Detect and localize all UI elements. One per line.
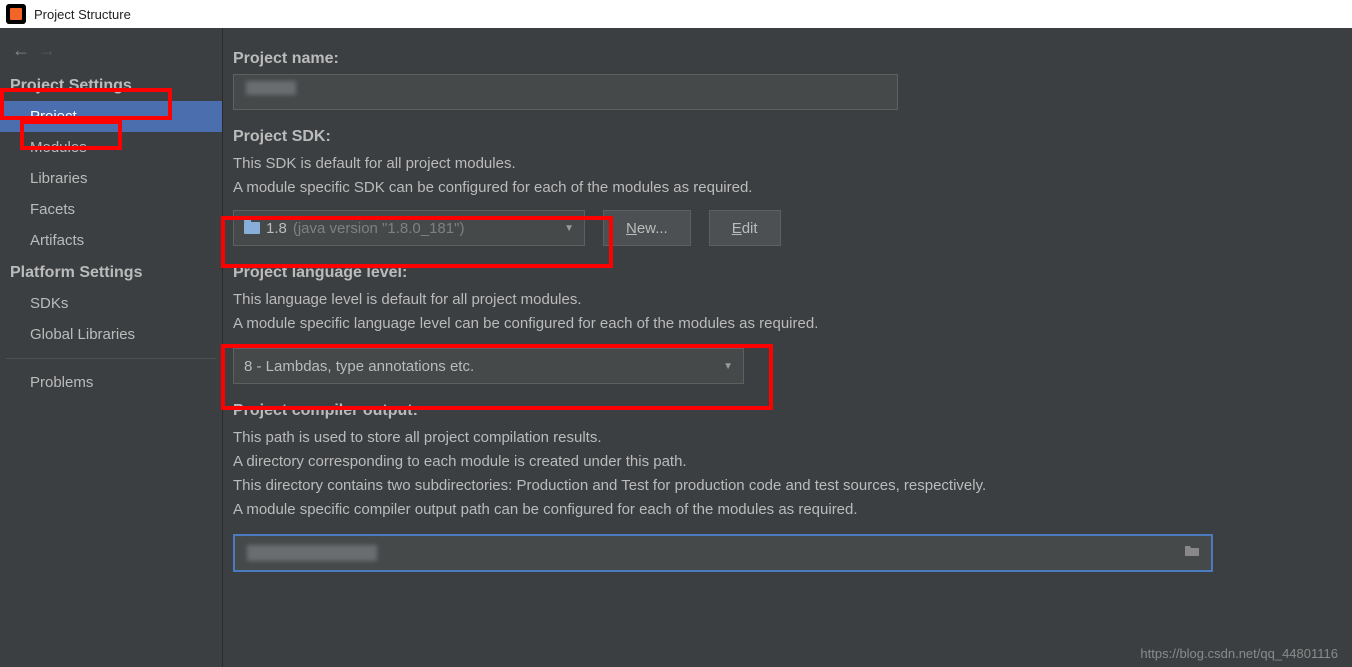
lang-desc2: A module specific language level can be … <box>233 312 1328 336</box>
sidebar-item-sdks[interactable]: SDKs <box>0 288 222 319</box>
new-btn-text: ew... <box>637 220 668 237</box>
project-sdk-label: Project SDK: <box>233 128 1328 146</box>
sdk-detail: (java version "1.8.0_181") <box>293 220 465 237</box>
sdk-desc1: This SDK is default for all project modu… <box>233 152 1328 176</box>
browse-folder-icon[interactable] <box>1183 544 1201 563</box>
blurred-text <box>246 81 296 95</box>
new-sdk-button[interactable]: New... <box>603 210 691 246</box>
folder-icon <box>244 222 260 234</box>
sidebar-item-facets[interactable]: Facets <box>0 194 222 225</box>
co-desc1: This path is used to store all project c… <box>233 426 1328 450</box>
co-desc4: A module specific compiler output path c… <box>233 498 1328 522</box>
sidebar-item-project[interactable]: Project <box>0 101 222 132</box>
language-level-dropdown[interactable]: 8 - Lambdas, type annotations etc. ▼ <box>233 348 744 384</box>
nav-arrows: ← → <box>0 32 222 69</box>
co-desc3: This directory contains two subdirectori… <box>233 474 1328 498</box>
sdk-value: 1.8 <box>266 220 287 237</box>
co-desc2: A directory corresponding to each module… <box>233 450 1328 474</box>
sidebar-divider <box>6 358 216 359</box>
content-panel: Project name: Project SDK: This SDK is d… <box>223 28 1352 667</box>
platform-settings-header: Platform Settings <box>0 256 222 288</box>
chevron-down-icon: ▼ <box>564 223 574 234</box>
back-arrow-icon[interactable]: ← <box>12 40 30 61</box>
project-name-input[interactable] <box>233 74 898 110</box>
intellij-icon <box>6 4 26 24</box>
edit-sdk-button[interactable]: Edit <box>709 210 781 246</box>
window-title: Project Structure <box>34 7 131 22</box>
lang-desc1: This language level is default for all p… <box>233 288 1328 312</box>
edit-btn-text: dit <box>742 220 758 237</box>
sidebar-item-artifacts[interactable]: Artifacts <box>0 225 222 256</box>
project-name-label: Project name: <box>233 50 1328 68</box>
sidebar-item-global-libraries[interactable]: Global Libraries <box>0 319 222 350</box>
watermark-text: https://blog.csdn.net/qq_44801116 <box>1140 646 1338 661</box>
compiler-output-input[interactable] <box>233 534 1213 572</box>
sidebar-item-libraries[interactable]: Libraries <box>0 163 222 194</box>
sdk-dropdown[interactable]: 1.8 (java version "1.8.0_181") ▼ <box>233 210 585 246</box>
sidebar-item-problems[interactable]: Problems <box>0 367 222 398</box>
sdk-desc2: A module specific SDK can be configured … <box>233 176 1328 200</box>
lang-level-value: 8 - Lambdas, type annotations etc. <box>244 358 474 375</box>
forward-arrow-icon[interactable]: → <box>38 40 56 61</box>
project-settings-header: Project Settings <box>0 69 222 101</box>
sidebar: ← → Project Settings Project Modules Lib… <box>0 28 223 667</box>
language-level-label: Project language level: <box>233 264 1328 282</box>
sidebar-item-modules[interactable]: Modules <box>0 132 222 163</box>
chevron-down-icon: ▼ <box>723 361 733 372</box>
title-bar: Project Structure <box>0 0 1352 28</box>
compiler-output-label: Project compiler output: <box>233 402 1328 420</box>
blurred-text <box>247 545 377 561</box>
